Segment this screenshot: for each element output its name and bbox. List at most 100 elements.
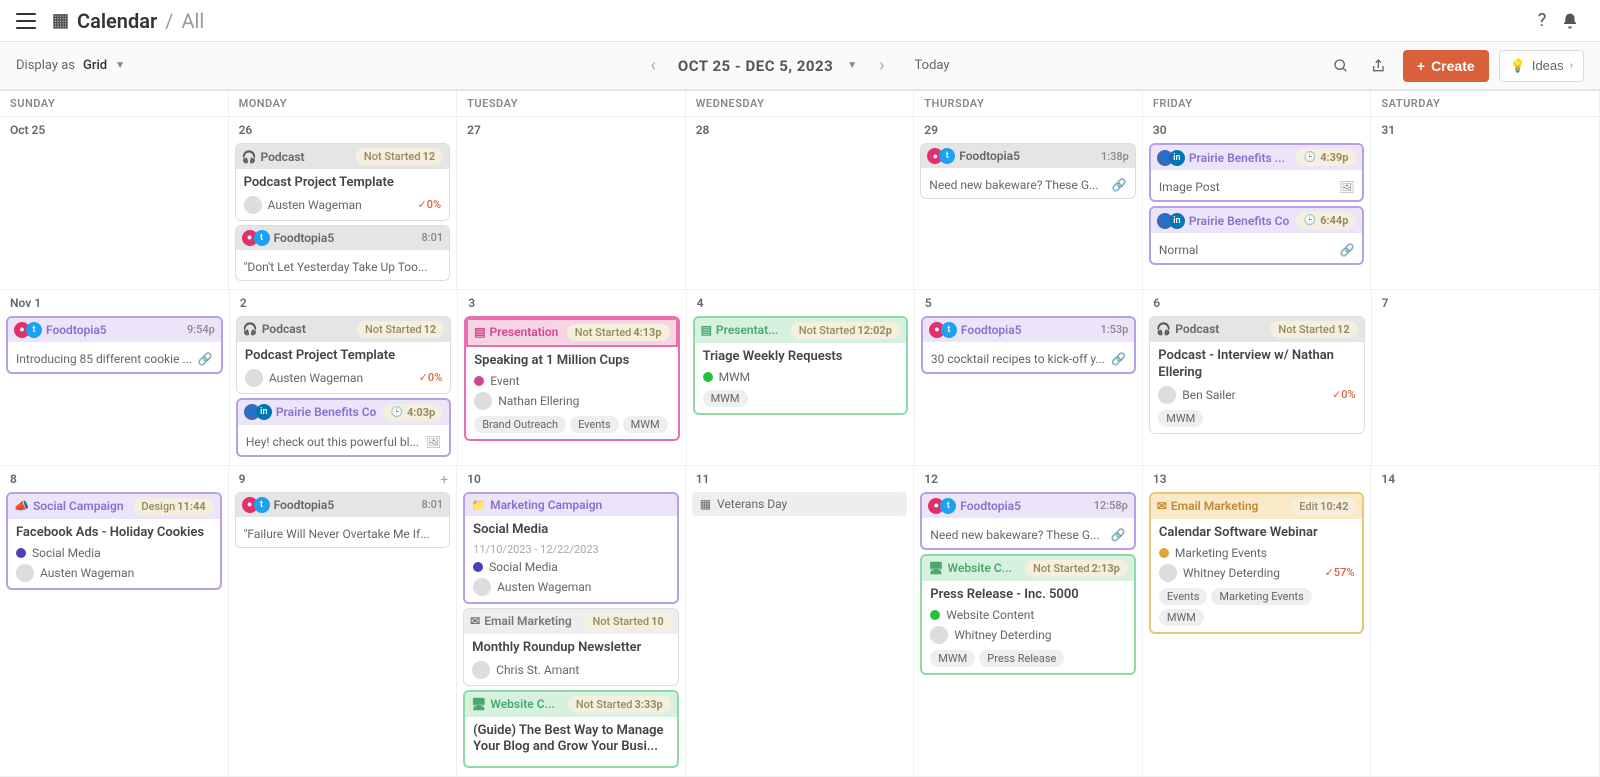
holiday-banner: ▦Veterans Day bbox=[692, 492, 908, 516]
card-body: "Failure Will Never Overtake Me If... bbox=[236, 517, 450, 547]
day-cell[interactable]: 30👤inPrairie Benefits ...🕒4:39pImage Pos… bbox=[1143, 117, 1372, 290]
add-item-icon[interactable]: + bbox=[440, 472, 448, 488]
link-icon: 🔗 bbox=[1339, 243, 1354, 257]
calendar-card[interactable]: 🎧PodcastNot Started 12Podcast Project Te… bbox=[236, 316, 451, 394]
day-cell[interactable]: 6🎧PodcastNot Started 12Podcast - Intervi… bbox=[1143, 290, 1371, 466]
day-cell[interactable]: 26🎧PodcastNot Started 12Podcast Project … bbox=[229, 117, 458, 290]
day-header: SUNDAY bbox=[0, 91, 229, 117]
card-header: 🖥Website C...Not Started 3:33p bbox=[465, 692, 677, 717]
day-header: FRIDAY bbox=[1143, 91, 1372, 117]
lightbulb-icon: 💡 bbox=[1510, 58, 1526, 74]
calendar-card[interactable]: ●tFoodtopia51:38pNeed new bakeware? Thes… bbox=[920, 143, 1136, 199]
calendar-card[interactable]: 👤inPrairie Benefits Co🕒6:44pNormal🔗 bbox=[1149, 206, 1365, 265]
clock-icon: 🕒 bbox=[1304, 215, 1316, 226]
card-body: Podcast - Interview w/ Nathan ElleringBe… bbox=[1150, 342, 1363, 433]
image-icon: 🖼 bbox=[1339, 180, 1354, 194]
calendar-card[interactable]: 🎧PodcastNot Started 12Podcast Project Te… bbox=[235, 143, 451, 221]
calendar-card[interactable]: ✉Email MarketingNot Started 10Monthly Ro… bbox=[463, 608, 679, 686]
tag: Events bbox=[570, 416, 619, 433]
day-cell[interactable]: 12●tFoodtopia512:58pNeed new bakeware? T… bbox=[914, 466, 1143, 777]
avatar bbox=[473, 578, 491, 596]
title-sub: All bbox=[181, 9, 204, 33]
share-icon[interactable] bbox=[1365, 52, 1393, 80]
day-cell[interactable]: 14 bbox=[1371, 466, 1600, 777]
progress-pct: ✓0% bbox=[419, 371, 443, 384]
day-number: 8 bbox=[4, 470, 224, 488]
calendar-card[interactable]: ▤Presentat...Not Started 12:02pTriage We… bbox=[693, 316, 908, 415]
calendar-card[interactable]: 📁Marketing CampaignSocial Media11/10/202… bbox=[463, 492, 679, 604]
day-cell[interactable]: 9+●tFoodtopia58:01"Failure Will Never Ov… bbox=[229, 466, 458, 777]
notifications-icon[interactable] bbox=[1556, 7, 1584, 35]
day-cell[interactable]: 5●tFoodtopia51:53p30 cocktail recipes to… bbox=[915, 290, 1143, 466]
create-button[interactable]: + Create bbox=[1403, 50, 1489, 82]
card-category: Social Media bbox=[473, 560, 669, 574]
status-pill: Edit 10:42 bbox=[1291, 498, 1356, 515]
tag: MWM bbox=[703, 390, 748, 407]
day-cell[interactable]: 29●tFoodtopia51:38pNeed new bakeware? Th… bbox=[914, 117, 1143, 290]
social-icons: ●t bbox=[14, 322, 42, 338]
calendar-icon: ▦ bbox=[700, 497, 711, 511]
help-icon[interactable]: ? bbox=[1528, 7, 1556, 35]
top-header: ▦ Calendar / All ? bbox=[0, 0, 1600, 42]
day-cell[interactable]: 10📁Marketing CampaignSocial Media11/10/2… bbox=[457, 466, 686, 777]
card-title: Facebook Ads - Holiday Cookies bbox=[16, 525, 212, 542]
day-cell[interactable]: 2🎧PodcastNot Started 12Podcast Project T… bbox=[230, 290, 458, 466]
card-header: 📁Marketing Campaign bbox=[465, 494, 677, 516]
day-cell[interactable]: Nov 1 ●tFoodtopia59:54pIntroducing 85 dif… bbox=[0, 290, 230, 466]
calendar-card[interactable]: 👤inPrairie Benefits ...🕒4:39pImage Post🖼 bbox=[1149, 143, 1365, 202]
display-as-selector[interactable]: Display as Grid ▼ bbox=[16, 58, 125, 73]
day-cell[interactable]: 31 bbox=[1371, 117, 1600, 290]
calendar-card[interactable]: ●tFoodtopia58:01"Don't Let Yesterday Tak… bbox=[235, 225, 451, 281]
card-header: 👤inPrairie Benefits ...🕒4:39p bbox=[1151, 145, 1363, 170]
calendar-card[interactable]: ●tFoodtopia59:54pIntroducing 85 differen… bbox=[6, 316, 223, 374]
status-pill: Not Started 3:33p bbox=[568, 696, 671, 713]
day-cell[interactable]: Oct 25 bbox=[0, 117, 229, 290]
day-cell[interactable]: 13✉Email MarketingEdit 10:42Calendar Sof… bbox=[1143, 466, 1372, 777]
card-title: (Guide) The Best Way to Manage Your Blog… bbox=[473, 723, 669, 757]
link-icon: 🔗 bbox=[1111, 352, 1126, 366]
day-cell[interactable]: 28 bbox=[686, 117, 915, 290]
status-pill: Not Started 10 bbox=[584, 613, 671, 630]
day-cell[interactable]: 27 bbox=[457, 117, 686, 290]
card-body: Image Post🖼 bbox=[1151, 170, 1363, 200]
card-body: Need new bakeware? These G...🔗 bbox=[922, 518, 1134, 548]
day-number: Nov 1 bbox=[4, 294, 225, 312]
date-range[interactable]: OCT 25 - DEC 5, 2023 bbox=[678, 57, 833, 75]
card-body: (Guide) The Best Way to Manage Your Blog… bbox=[465, 717, 677, 767]
day-cell[interactable]: 3▤PresentationNot Started 4:13pSpeaking … bbox=[458, 290, 686, 466]
card-body: Press Release - Inc. 5000Website Content… bbox=[922, 581, 1134, 673]
next-arrow[interactable]: › bbox=[871, 51, 892, 80]
hamburger-menu[interactable] bbox=[16, 13, 36, 29]
calendar-card[interactable]: ●tFoodtopia58:01"Failure Will Never Over… bbox=[235, 492, 451, 548]
card-header: ●tFoodtopia58:01 bbox=[236, 226, 450, 250]
calendar-card[interactable]: 🖥Website C...Not Started 3:33p (Guide) Th… bbox=[463, 690, 679, 769]
search-icon[interactable] bbox=[1327, 52, 1355, 80]
calendar-card[interactable]: ●tFoodtopia512:58pNeed new bakeware? The… bbox=[920, 492, 1136, 550]
day-cell[interactable]: 7 bbox=[1372, 290, 1600, 466]
day-headers: SUNDAYMONDAYTUESDAYWEDNESDAYTHURSDAYFRID… bbox=[0, 91, 1600, 117]
calendar-card[interactable]: 🎧PodcastNot Started 12Podcast - Intervie… bbox=[1149, 316, 1364, 434]
status-pill: Not Started 4:13p bbox=[567, 324, 670, 341]
calendar-card[interactable]: 📣Social CampaignDesign 11:44Facebook Ads… bbox=[6, 492, 222, 590]
day-cell[interactable]: 8 📣Social CampaignDesign 11:44Facebook Ad… bbox=[0, 466, 229, 777]
chevron-down-icon[interactable]: ▼ bbox=[847, 60, 857, 71]
today-button[interactable]: Today bbox=[907, 54, 958, 77]
card-body: Facebook Ads - Holiday CookiesSocial Med… bbox=[8, 519, 220, 588]
status-pill: Not Started 12 bbox=[356, 148, 443, 165]
tag: MWM bbox=[623, 416, 668, 433]
card-body: Podcast Project TemplateAusten Wageman✓0… bbox=[237, 342, 450, 393]
day-header: TUESDAY bbox=[457, 91, 686, 117]
avatar bbox=[1158, 386, 1176, 404]
day-cell[interactable]: 11▦Veterans Day bbox=[686, 466, 915, 777]
day-cell[interactable]: 4▤Presentat...Not Started 12:02pTriage W… bbox=[687, 290, 915, 466]
calendar-card[interactable]: ●tFoodtopia51:53p30 cocktail recipes to … bbox=[921, 316, 1136, 374]
card-header: ●tFoodtopia58:01 bbox=[236, 493, 450, 517]
calendar-card[interactable]: ✉Email MarketingEdit 10:42Calendar Softw… bbox=[1149, 492, 1365, 634]
calendar-card[interactable]: 👤inPrairie Benefits Co🕒4:03pHey! check o… bbox=[236, 398, 451, 457]
calendar-card[interactable]: ▤PresentationNot Started 4:13pSpeaking a… bbox=[464, 316, 679, 441]
calendar-card[interactable]: 🖥Website C...Not Started 2:13pPress Rele… bbox=[920, 554, 1136, 675]
prev-arrow[interactable]: ‹ bbox=[642, 51, 663, 80]
card-time: 12:58p bbox=[1094, 499, 1128, 512]
ideas-button[interactable]: 💡 Ideas › bbox=[1499, 50, 1584, 82]
status-pill: Not Started 2:13p bbox=[1025, 560, 1128, 577]
